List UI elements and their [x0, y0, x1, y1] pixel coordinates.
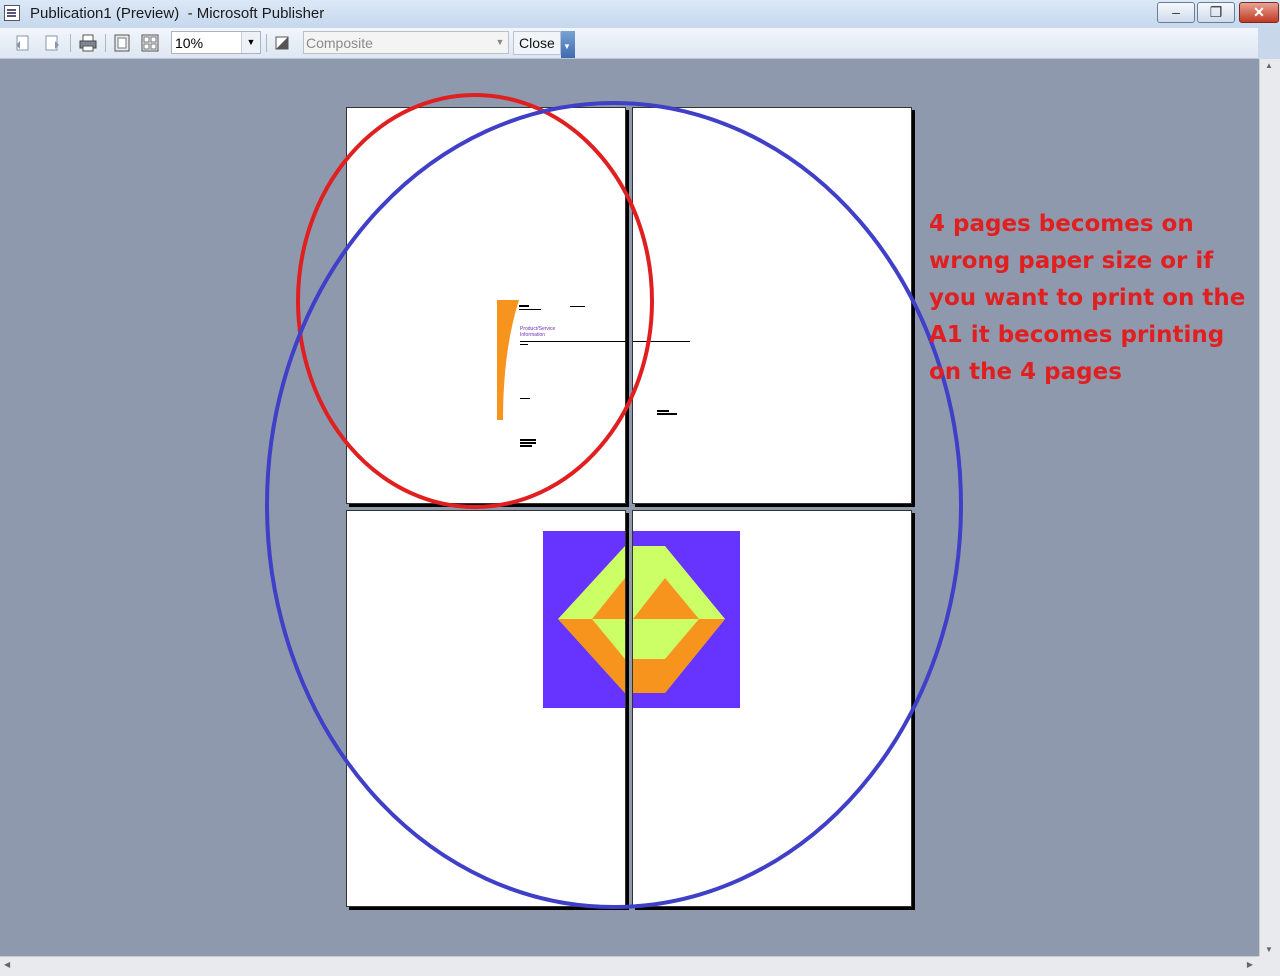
zoom-combobox[interactable]: 10% ▼ [171, 31, 261, 54]
scroll-up-icon[interactable]: ▲ [1265, 61, 1273, 70]
text-bar [520, 445, 532, 447]
text-bar [520, 398, 530, 399]
next-page-icon[interactable] [42, 33, 62, 53]
grayscale-toggle-icon[interactable] [272, 33, 292, 53]
text-bar [570, 306, 585, 307]
restore-icon: ❐ [1209, 4, 1223, 20]
close-window-button[interactable]: ✕ [1239, 2, 1279, 23]
minimize-button[interactable]: – [1157, 2, 1195, 23]
close-preview-button[interactable]: Close [513, 31, 561, 55]
text-bar [519, 305, 529, 307]
chevron-down-icon[interactable]: ▼ [492, 32, 508, 53]
annotation-text: 4 pages becomes on wrong paper size or i… [929, 211, 1246, 385]
scrollbar-corner [1259, 956, 1280, 976]
preview-page-bottom-left [346, 510, 626, 907]
chevron-down-icon[interactable]: ▼ [241, 32, 260, 53]
preview-page-top-right [632, 107, 912, 504]
scroll-right-icon[interactable]: ▶ [1247, 960, 1253, 969]
toolbar-options-chevron-icon[interactable] [561, 31, 575, 58]
toolbar-separator [105, 34, 106, 52]
window-title: Publication1 (Preview) - Microsoft Publi… [30, 5, 325, 22]
text-bar [633, 341, 690, 342]
close-icon: ✕ [1253, 4, 1265, 20]
zoom-value: 10% [175, 35, 204, 51]
text-bar [520, 341, 626, 342]
text-bar [657, 410, 669, 412]
color-mode-value: Composite [306, 35, 373, 51]
text-bar [520, 442, 536, 444]
text-bar [657, 413, 677, 415]
diamond-graphic-right-half [633, 531, 740, 708]
preview-toolbar: 10% ▼ Composite ▼ Close [0, 28, 1258, 59]
text-bar [520, 439, 536, 441]
toolbar-separator [70, 34, 71, 52]
text-bar [519, 309, 541, 310]
close-preview-label: Close [519, 35, 555, 51]
restore-button[interactable]: ❐ [1197, 2, 1235, 23]
color-mode-select[interactable]: Composite ▼ [303, 31, 509, 54]
multiple-pages-view-icon[interactable] [140, 33, 160, 53]
orange-swoosh-graphic [497, 300, 519, 420]
previous-page-icon[interactable] [13, 33, 33, 53]
title-bar: Publication1 (Preview) - Microsoft Publi… [0, 0, 1280, 28]
print-icon[interactable] [78, 33, 98, 53]
scroll-left-icon[interactable]: ◀ [4, 960, 10, 969]
scroll-down-icon[interactable]: ▼ [1265, 945, 1273, 954]
page-heading-line2: Information [520, 332, 546, 338]
diamond-graphic-left-half [543, 531, 625, 708]
preview-canvas [0, 59, 1259, 956]
preview-page-bottom-right [632, 510, 912, 907]
horizontal-scrollbar[interactable]: ◀ ▶ [0, 956, 1259, 976]
toolbar-separator [266, 34, 267, 52]
preview-page-top-left: Product/Service Information [346, 107, 626, 504]
minimize-icon: – [1172, 4, 1180, 20]
one-page-view-icon[interactable] [112, 33, 132, 53]
vertical-scrollbar[interactable]: ▲ ▼ [1259, 59, 1280, 956]
text-bar [520, 344, 528, 345]
publisher-app-icon[interactable] [4, 5, 20, 21]
